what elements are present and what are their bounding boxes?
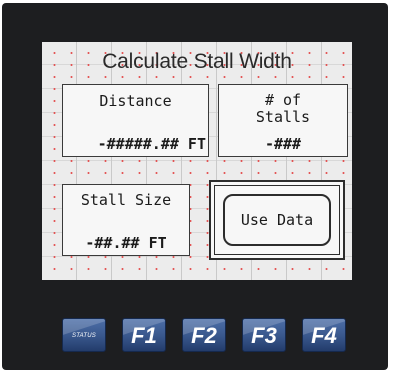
use-data-button[interactable]: Use Data	[209, 180, 345, 260]
f3-key-label: F3	[251, 323, 277, 348]
stalls-label-line1: # of	[264, 91, 302, 109]
stall-size-label: Stall Size	[80, 191, 172, 209]
distance-value: -#####.## FT	[97, 135, 206, 153]
f4-key-button[interactable]: F4	[302, 318, 346, 352]
function-key-row: STATUS F1 F2 F3 F4	[62, 318, 362, 354]
f1-key-label: F1	[131, 323, 157, 348]
f3-key-button[interactable]: F3	[242, 318, 286, 352]
stall-size-value: -##.## FT	[85, 234, 167, 252]
stalls-label-line2: Stalls	[255, 108, 311, 126]
stalls-count-field[interactable]: # of Stalls -###	[218, 84, 348, 157]
distance-label: Distance	[99, 92, 172, 110]
status-key-label: STATUS	[72, 333, 96, 339]
status-key-button[interactable]: STATUS	[62, 318, 106, 352]
stall-size-field[interactable]: Stall Size -##.## FT	[62, 184, 190, 256]
f1-key-button[interactable]: F1	[122, 318, 166, 352]
distance-field[interactable]: Distance -#####.## FT	[62, 84, 209, 157]
page-title: Calculate Stall Width	[102, 50, 292, 73]
hmi-screen: Calculate Stall Width Distance -#####.##…	[42, 42, 352, 280]
f2-key-label: F2	[191, 323, 217, 348]
f2-key-button[interactable]: F2	[182, 318, 226, 352]
use-data-button-label: Use Data	[223, 194, 331, 246]
f4-key-label: F4	[311, 323, 337, 348]
stalls-value: -###	[264, 135, 302, 153]
stalls-label: # of Stalls	[219, 92, 347, 126]
